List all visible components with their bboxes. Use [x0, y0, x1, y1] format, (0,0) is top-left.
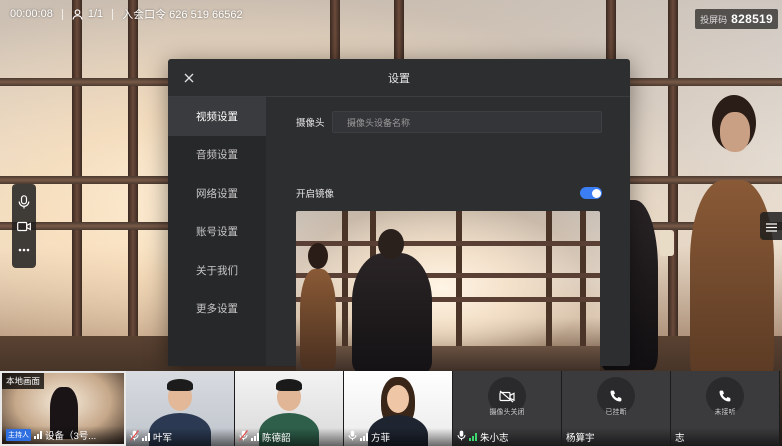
screen-code-label: 投屏码 [700, 14, 728, 25]
camera-label: 摄像头 [296, 118, 325, 129]
settings-tab-network[interactable]: 网络设置 [168, 174, 266, 213]
participant-namebar: 主持人 设备（3号... [2, 426, 124, 444]
participants-icon [72, 8, 83, 20]
hamburger-icon [765, 217, 777, 236]
video-settings-panel: 摄像头 摄像头设备名称 开启镜像 [266, 97, 630, 382]
left-toolbar [12, 184, 36, 268]
microphone-icon[interactable] [17, 195, 31, 209]
top-status-bar: 00:00:08 1/1 入会口令 626 519 66562 [0, 0, 782, 28]
participant-status: 摄像头关闭 [489, 409, 525, 416]
participant-status: 未接听 [714, 409, 736, 416]
settings-title: 设置 [388, 72, 410, 85]
participant-tile-local[interactable]: 本地画面 主持人 设备（3号... [0, 371, 126, 446]
participant-count: 1/1 [87, 8, 104, 20]
mirror-label: 开启镜像 [296, 189, 335, 200]
participant-namebar: 志 [671, 428, 779, 446]
settings-tab-more[interactable]: 更多设置 [168, 290, 266, 329]
settings-tab-audio[interactable]: 音频设置 [168, 136, 266, 175]
signal-icon [469, 433, 477, 441]
screen-code-value: 828519 [731, 12, 773, 26]
camera-device-placeholder: 摄像头设备名称 [347, 117, 411, 128]
settings-tab-account[interactable]: 账号设置 [168, 213, 266, 252]
settings-header: 设置 [168, 59, 630, 97]
camera-device-select[interactable]: 摄像头设备名称 [332, 111, 602, 133]
participant-name: 方菲 [371, 433, 391, 444]
settings-sidebar: 视频设置 音频设置 网络设置 账号设置 关于我们 更多设置 [168, 97, 266, 366]
settings-tab-video[interactable]: 视频设置 [168, 97, 266, 136]
signal-icon [34, 431, 42, 439]
meeting-code: 入会口令 626 519 66562 [122, 9, 243, 21]
camera-preview [296, 211, 600, 382]
signal-icon [142, 433, 150, 441]
microphone-icon [457, 430, 466, 444]
mirror-toggle[interactable] [580, 187, 602, 199]
participant-name: 杨算宇 [566, 433, 595, 444]
local-view-label: 本地画面 [2, 373, 45, 389]
camera-row: 摄像头 摄像头设备名称 [296, 111, 602, 133]
screen-cast-code: 投屏码 828519 [695, 9, 778, 29]
participant-tile[interactable]: 摄像头关闭 朱小志 [453, 371, 562, 446]
participant-tile[interactable]: 陈德韶 [235, 371, 344, 446]
settings-dialog: 设置 视频设置 音频设置 网络设置 账号设置 关于我们 更多设置 摄像头 摄像头… [168, 59, 630, 382]
participant-tile[interactable]: 叶军 [126, 371, 235, 446]
participant-name: 陈德韶 [262, 433, 291, 444]
participant-tile[interactable]: 已挂断 杨算宇 [562, 371, 671, 446]
mirror-row: 开启镜像 [296, 186, 602, 200]
participant-name: 叶军 [153, 433, 173, 444]
participant-namebar: 陈德韶 [235, 428, 343, 446]
participant-tile[interactable]: 未接听 志 [671, 371, 780, 446]
camera-icon[interactable] [17, 219, 31, 233]
mic-muted-icon [239, 430, 248, 444]
participant-strip: 本地画面 主持人 设备（3号... 叶军 陈德韶 方菲 摄像头关闭 朱小志 已挂… [0, 371, 782, 446]
participant-name: 朱小志 [480, 433, 509, 444]
meeting-duration: 00:00:08 [10, 8, 53, 20]
signal-icon [360, 433, 368, 441]
participant-name: 志 [675, 433, 685, 444]
signal-icon [251, 433, 259, 441]
mic-muted-icon [130, 430, 139, 444]
microphone-icon [348, 430, 357, 444]
participant-name: 设备（3号... [45, 431, 97, 442]
more-icon[interactable] [17, 243, 31, 257]
side-menu-button[interactable] [760, 212, 782, 240]
participant-tile[interactable]: 方菲 [344, 371, 453, 446]
participant-status: 已挂断 [605, 409, 627, 416]
participant-namebar: 杨算宇 [562, 428, 670, 446]
host-badge: 主持人 [6, 429, 31, 441]
settings-tab-about[interactable]: 关于我们 [168, 251, 266, 290]
close-icon[interactable] [182, 71, 196, 85]
participant-namebar: 朱小志 [453, 428, 561, 446]
participant-namebar: 叶军 [126, 428, 234, 446]
participant-namebar: 方菲 [344, 428, 452, 446]
